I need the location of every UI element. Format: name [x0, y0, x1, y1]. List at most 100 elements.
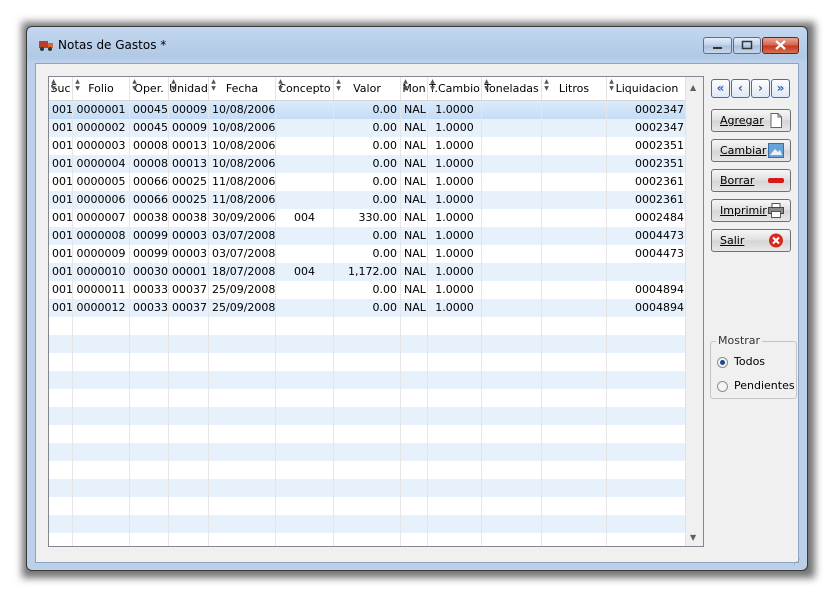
- table-cell: 0002351: [607, 155, 688, 173]
- table-cell: [607, 389, 688, 407]
- column-header[interactable]: Fecha ▲▼: [209, 77, 276, 100]
- prev-record-button[interactable]: ‹: [731, 79, 750, 98]
- radio-todos-indicator[interactable]: [717, 356, 728, 368]
- column-header[interactable]: Unidad ▲▼: [169, 77, 209, 100]
- empty-table-row[interactable]: [49, 371, 688, 389]
- column-header[interactable]: Mon ▲▼: [401, 77, 428, 100]
- table-cell: [130, 335, 169, 353]
- column-header[interactable]: Toneladas ▲▼: [482, 77, 542, 100]
- first-record-button[interactable]: «: [711, 79, 730, 98]
- table-cell: 10/08/2006: [209, 155, 276, 173]
- table-row[interactable]: 001 0000009 00099 00003 03/07/2008 0.00 NAL 1.0…: [49, 245, 688, 263]
- table-cell: [209, 515, 276, 533]
- radio-pendientes[interactable]: Pendientes: [717, 378, 795, 394]
- table-cell: [49, 497, 73, 515]
- table-row[interactable]: 001 0000008 00099 00003 03/07/2008 0.00 NAL 1.0…: [49, 227, 688, 245]
- empty-table-row[interactable]: [49, 533, 688, 546]
- table-cell: 0000008: [73, 227, 130, 245]
- column-header[interactable]: T.Cambio ▲▼: [428, 77, 482, 100]
- table-cell: [482, 515, 542, 533]
- sort-arrows-icon: ▲▼: [170, 78, 177, 92]
- radio-todos[interactable]: Todos: [717, 354, 765, 370]
- table-row[interactable]: 001 0000011 00033 00037 25/09/2008 0.00 NAL 1.0…: [49, 281, 688, 299]
- table-cell: 0.00: [334, 245, 401, 263]
- column-header[interactable]: Valor ▲▼: [334, 77, 401, 100]
- empty-table-row[interactable]: [49, 425, 688, 443]
- table-cell: 0000006: [73, 191, 130, 209]
- table-cell: [401, 533, 428, 546]
- empty-table-row[interactable]: [49, 479, 688, 497]
- table-cell: 30/09/2006: [209, 209, 276, 227]
- column-header[interactable]: Litros ▲▼: [542, 77, 607, 100]
- table-cell: 1.0000: [428, 209, 482, 227]
- column-header[interactable]: Concepto ▲▼: [276, 77, 334, 100]
- column-header-label: Concepto: [278, 82, 331, 95]
- last-record-button[interactable]: »: [771, 79, 790, 98]
- table-cell: [130, 425, 169, 443]
- table-row[interactable]: 001 0000005 00066 00025 11/08/2006 0.00 NAL 1.0…: [49, 173, 688, 191]
- gastos-grid[interactable]: Suc ▲▼ Folio ▲▼ Oper. ▲▼ Unidad ▲▼ Fecha ▲▼ Concep…: [48, 76, 704, 547]
- agregar-button[interactable]: Agregar: [711, 109, 791, 132]
- empty-table-row[interactable]: [49, 443, 688, 461]
- vertical-scrollbar[interactable]: ▲ ▼: [685, 77, 703, 546]
- table-row[interactable]: 001 0000010 00030 00001 18/07/2008 004 1,172.0…: [49, 263, 688, 281]
- table-row[interactable]: 001 0000002 00045 00009 10/08/2006 0.00 NAL 1.0…: [49, 119, 688, 137]
- imprimir-button[interactable]: Imprimir: [711, 199, 791, 222]
- table-row[interactable]: 001 0000003 00008 00013 10/08/2006 0.00 NAL 1.0…: [49, 137, 688, 155]
- table-cell: 001: [49, 155, 73, 173]
- table-cell: 0.00: [334, 173, 401, 191]
- empty-table-row[interactable]: [49, 461, 688, 479]
- table-cell: 0.00: [334, 299, 401, 317]
- table-cell: [276, 191, 334, 209]
- table-cell: 0000007: [73, 209, 130, 227]
- table-cell: [209, 533, 276, 546]
- borrar-button[interactable]: Borrar: [711, 169, 791, 192]
- cambiar-button[interactable]: Cambiar: [711, 139, 791, 162]
- table-cell: NAL: [401, 173, 428, 191]
- table-cell: [401, 479, 428, 497]
- table-cell: [607, 407, 688, 425]
- table-cell: [482, 173, 542, 191]
- empty-table-row[interactable]: [49, 353, 688, 371]
- table-row[interactable]: 001 0000006 00066 00025 11/08/2006 0.00 NAL 1.0…: [49, 191, 688, 209]
- table-row[interactable]: 001 0000012 00033 00037 25/09/2008 0.00 NAL 1.0…: [49, 299, 688, 317]
- empty-table-row[interactable]: [49, 497, 688, 515]
- empty-table-row[interactable]: [49, 407, 688, 425]
- column-header[interactable]: Folio ▲▼: [73, 77, 130, 100]
- table-cell: [276, 515, 334, 533]
- table-cell: 0.00: [334, 191, 401, 209]
- table-cell: [130, 443, 169, 461]
- title-bar[interactable]: Notas de Gastos *: [27, 27, 807, 63]
- column-header[interactable]: Oper. ▲▼: [130, 77, 169, 100]
- column-header[interactable]: Liquidacion ▲▼: [607, 77, 688, 100]
- table-cell: [49, 371, 73, 389]
- radio-pendientes-indicator[interactable]: [717, 380, 728, 392]
- table-cell: [73, 443, 130, 461]
- table-cell: [169, 407, 209, 425]
- column-header[interactable]: Suc ▲▼: [49, 77, 73, 100]
- table-row[interactable]: 001 0000004 00008 00013 10/08/2006 0.00 NAL 1.0…: [49, 155, 688, 173]
- table-row[interactable]: 001 0000001 00045 00009 10/08/2006 0.00 NAL 1.0…: [49, 101, 688, 119]
- empty-table-row[interactable]: [49, 515, 688, 533]
- table-cell: [73, 425, 130, 443]
- table-row[interactable]: 001 0000007 00038 00038 30/09/2006 004 330.00 N…: [49, 209, 688, 227]
- empty-table-row[interactable]: [49, 335, 688, 353]
- empty-table-row[interactable]: [49, 389, 688, 407]
- maximize-button[interactable]: [733, 37, 761, 54]
- table-cell: 00001: [169, 263, 209, 281]
- scroll-up-icon[interactable]: ▲: [690, 83, 696, 92]
- resize-grip-icon[interactable]: ⋰: [793, 557, 801, 566]
- table-cell: [209, 317, 276, 335]
- table-cell: [482, 101, 542, 119]
- table-cell: 00003: [169, 227, 209, 245]
- table-cell: [73, 407, 130, 425]
- empty-table-row[interactable]: [49, 317, 688, 335]
- close-button[interactable]: [762, 37, 799, 54]
- next-record-button[interactable]: ›: [751, 79, 770, 98]
- salir-button[interactable]: Salir: [711, 229, 791, 252]
- table-cell: [607, 479, 688, 497]
- minimize-button[interactable]: [703, 37, 732, 54]
- table-cell: 001: [49, 191, 73, 209]
- scroll-down-icon[interactable]: ▼: [690, 533, 696, 542]
- table-cell: [276, 155, 334, 173]
